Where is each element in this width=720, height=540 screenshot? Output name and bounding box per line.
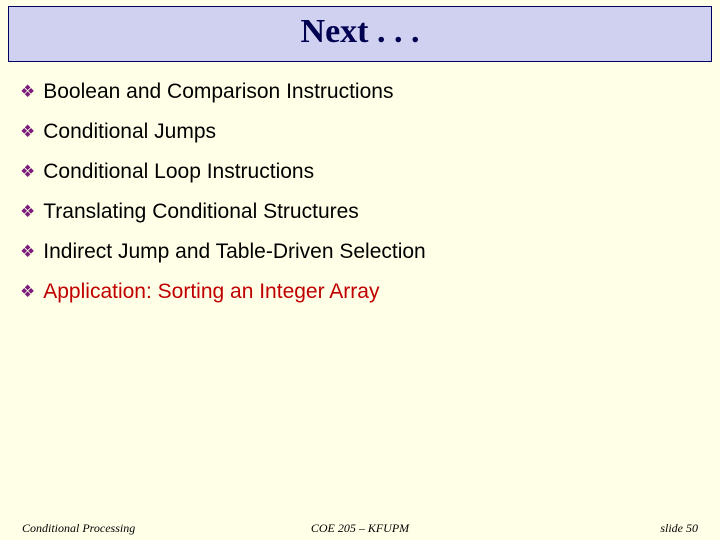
list-item: ❖ Translating Conditional Structures [20, 200, 708, 224]
title-bar: Next . . . [8, 6, 712, 62]
footer: Conditional Processing COE 205 – KFUPM s… [0, 521, 720, 536]
list-item: ❖ Indirect Jump and Table-Driven Selecti… [20, 240, 708, 264]
list-item: ❖ Application: Sorting an Integer Array [20, 280, 708, 304]
footer-right: slide 50 [660, 521, 698, 536]
page-title: Next . . . [301, 13, 420, 50]
list-item-text: Application: Sorting an Integer Array [43, 280, 379, 304]
list-item-text: Boolean and Comparison Instructions [43, 80, 393, 104]
footer-center: COE 205 – KFUPM [311, 521, 409, 536]
diamond-bullet-icon: ❖ [20, 80, 35, 104]
diamond-bullet-icon: ❖ [20, 160, 35, 184]
list-item-text: Conditional Jumps [43, 120, 216, 144]
list-item: ❖ Boolean and Comparison Instructions [20, 80, 708, 104]
list-item: ❖ Conditional Loop Instructions [20, 160, 708, 184]
list-item-text: Translating Conditional Structures [43, 200, 359, 224]
diamond-bullet-icon: ❖ [20, 280, 35, 304]
diamond-bullet-icon: ❖ [20, 200, 35, 224]
list-item-text: Conditional Loop Instructions [43, 160, 314, 184]
diamond-bullet-icon: ❖ [20, 120, 35, 144]
bullet-list: ❖ Boolean and Comparison Instructions ❖ … [0, 62, 720, 304]
list-item: ❖ Conditional Jumps [20, 120, 708, 144]
diamond-bullet-icon: ❖ [20, 240, 35, 264]
list-item-text: Indirect Jump and Table-Driven Selection [43, 240, 425, 264]
footer-left: Conditional Processing [22, 521, 135, 536]
